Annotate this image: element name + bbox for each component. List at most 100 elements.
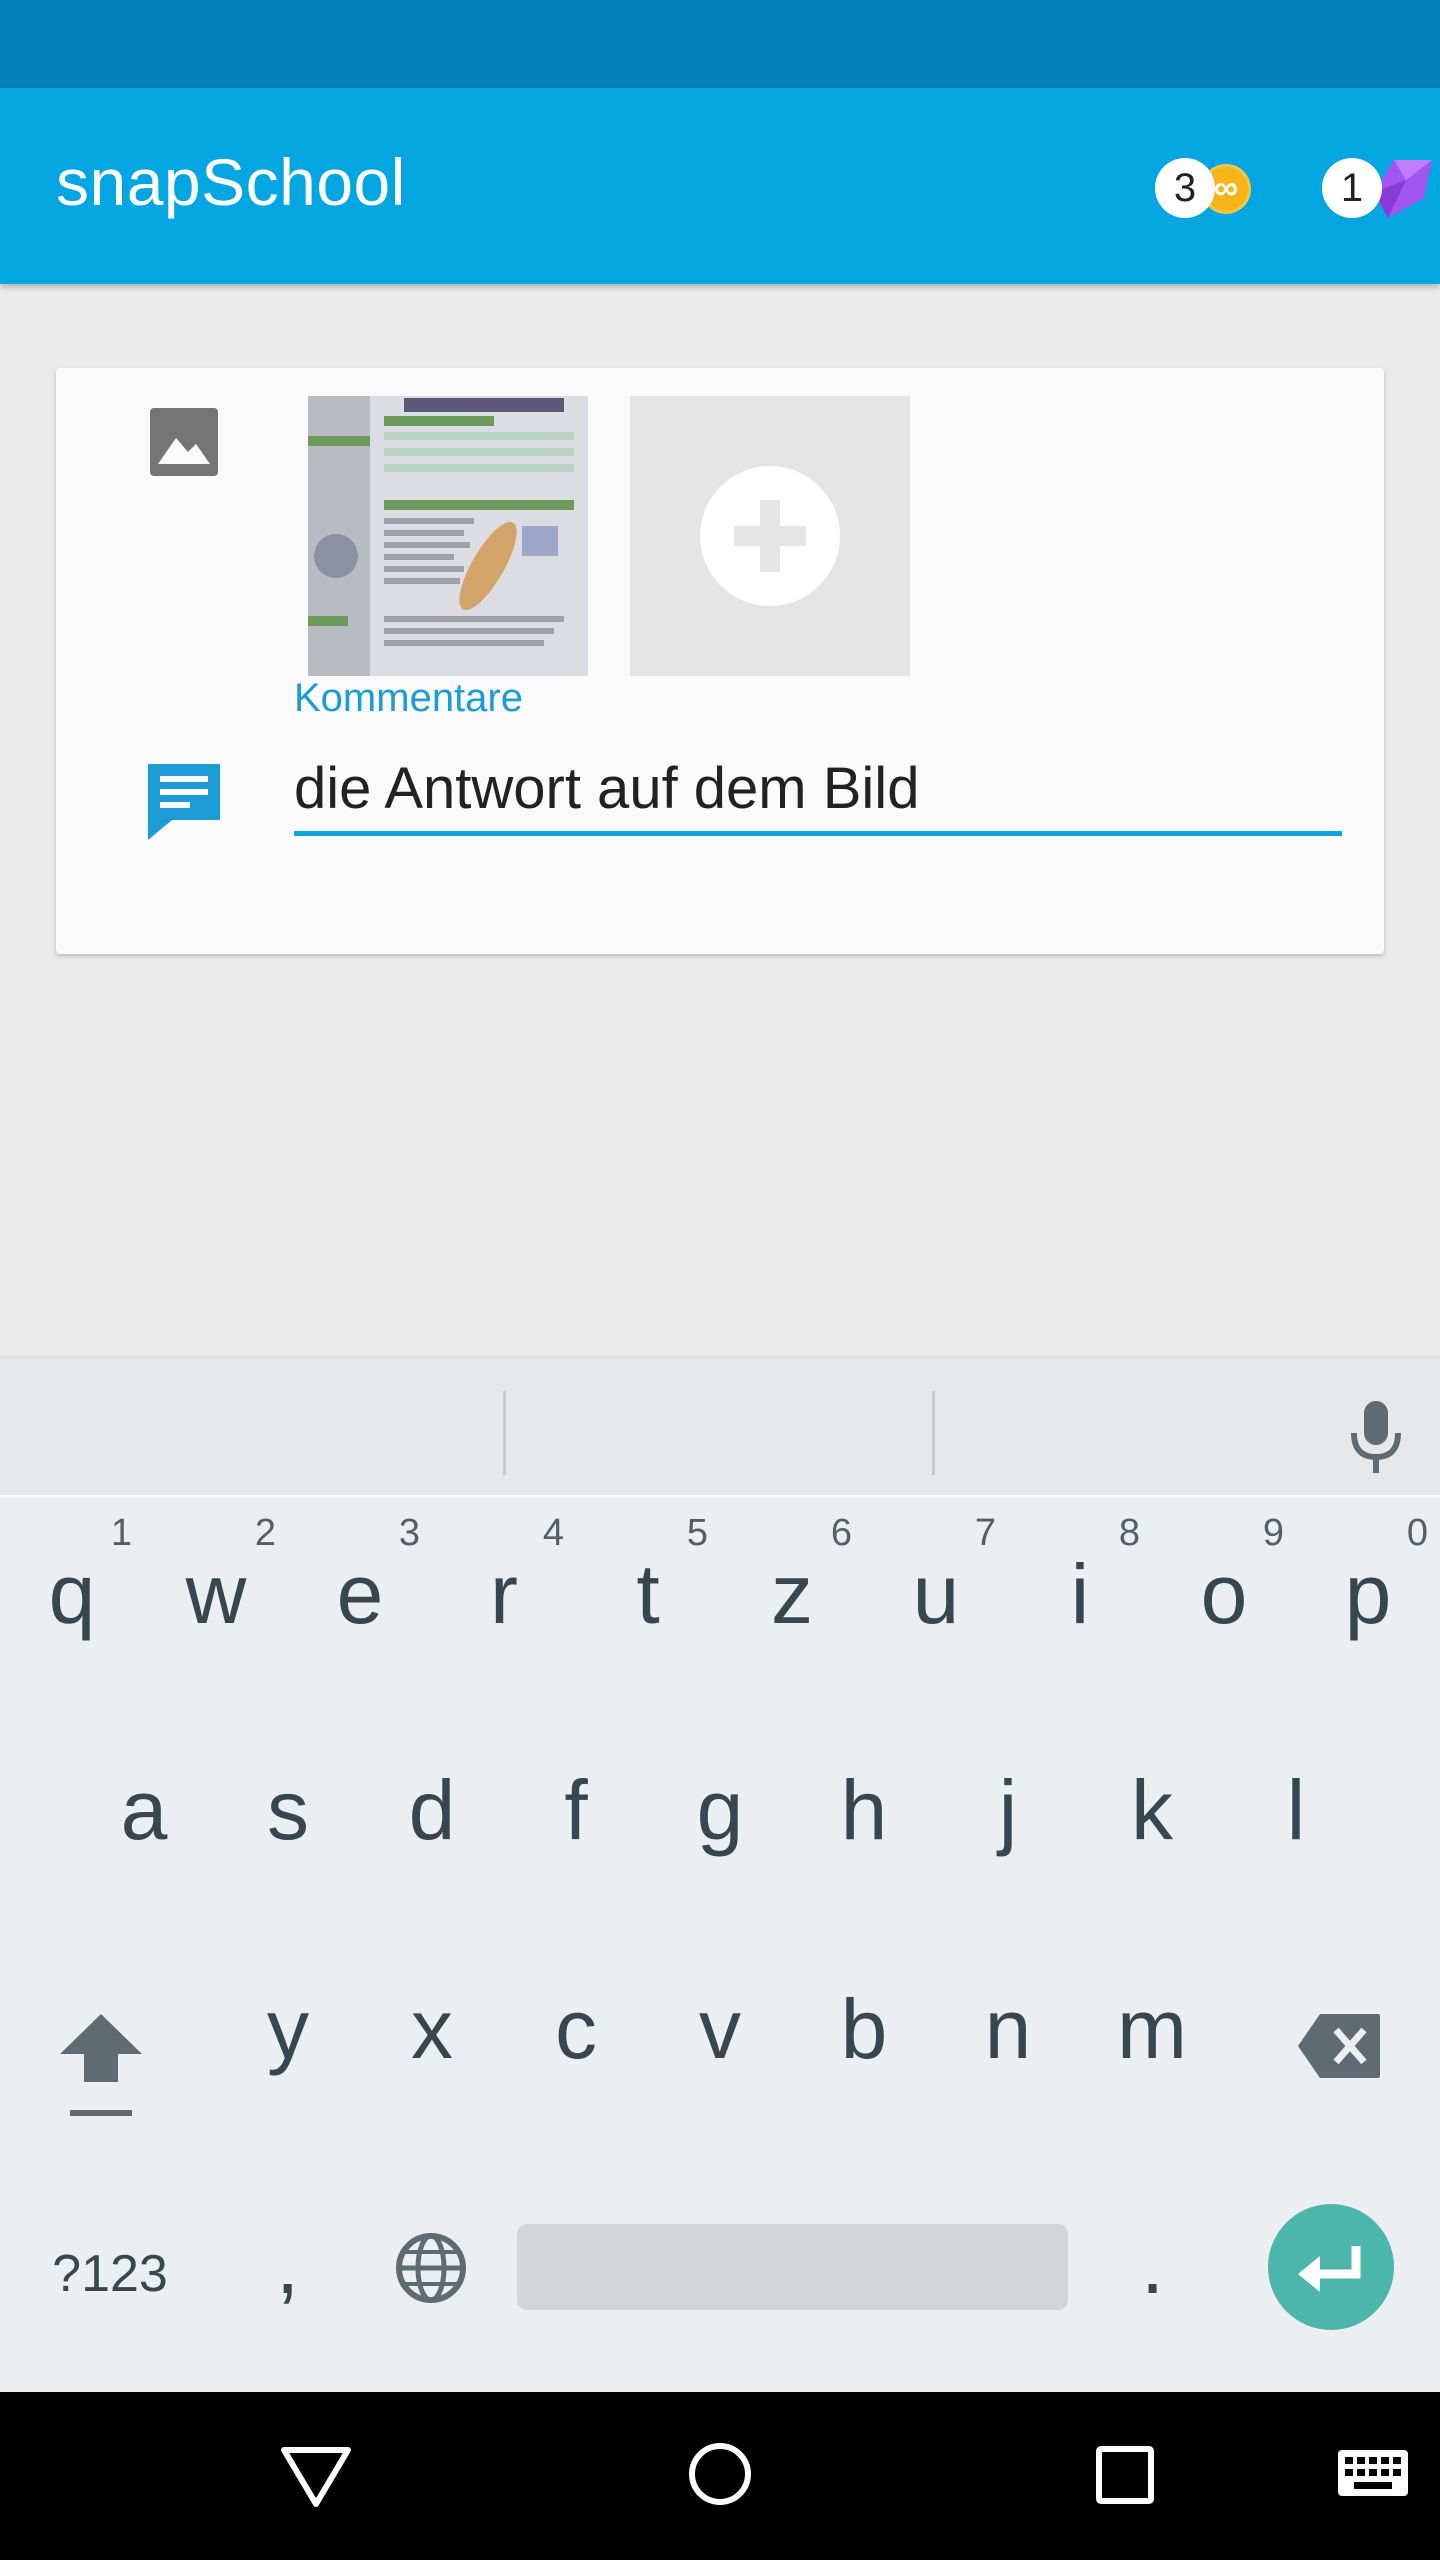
key-c[interactable]: c [504, 1931, 648, 2131]
key-u-label: u [912, 1547, 960, 1641]
key-m-label: m [1117, 1982, 1187, 2076]
key-e[interactable]: e3 [288, 1496, 432, 1696]
key-d[interactable]: d [360, 1712, 504, 1912]
microphone-icon[interactable] [1340, 1399, 1412, 1475]
key-b[interactable]: b [792, 1931, 936, 2131]
key-v-label: v [699, 1982, 741, 2076]
keyboard-switch-icon[interactable] [1336, 2448, 1410, 2502]
points-counter[interactable]: ∞ 3 [1155, 158, 1265, 218]
attached-image-thumbnail[interactable] [308, 396, 588, 676]
key-j-label: j [998, 1763, 1018, 1857]
globe-icon[interactable] [395, 2232, 467, 2304]
space-key[interactable] [517, 2224, 1068, 2310]
key-p[interactable]: p0 [1296, 1496, 1440, 1696]
key-l[interactable]: l [1224, 1712, 1368, 1912]
key-w[interactable]: w2 [144, 1496, 288, 1696]
enter-button[interactable] [1268, 2204, 1394, 2330]
key-q-hint: 1 [110, 1512, 132, 1554]
recents-icon[interactable] [1096, 2446, 1154, 2504]
key-r-label: r [490, 1547, 518, 1641]
comment-label: Kommentare [294, 676, 523, 720]
key-w-label: w [185, 1547, 247, 1641]
key-r-hint: 4 [542, 1512, 564, 1554]
key-o-label: o [1200, 1547, 1248, 1641]
key-n[interactable]: n [936, 1931, 1080, 2131]
add-image-circle [700, 466, 840, 606]
key-w-hint: 2 [254, 1512, 276, 1554]
key-z-hint: 6 [830, 1512, 852, 1554]
key-i-label: i [1070, 1547, 1090, 1641]
key-f-label: f [564, 1763, 588, 1857]
key-e-hint: 3 [398, 1512, 420, 1554]
key-f[interactable]: f [504, 1712, 648, 1912]
key-m[interactable]: m [1080, 1931, 1224, 2131]
status-bar [0, 0, 1440, 88]
key-h[interactable]: h [792, 1712, 936, 1912]
key-u[interactable]: u7 [864, 1496, 1008, 1696]
key-n-label: n [984, 1982, 1032, 2076]
key-j[interactable]: j [936, 1712, 1080, 1912]
key-y[interactable]: y [216, 1931, 360, 2131]
key-s-label: s [267, 1763, 309, 1857]
key-x-label: x [411, 1982, 453, 2076]
image-icon [150, 408, 218, 476]
key-k-label: k [1131, 1763, 1173, 1857]
key-d-label: d [408, 1763, 456, 1857]
key-q[interactable]: q1 [0, 1496, 144, 1696]
gems-count: 1 [1322, 158, 1382, 218]
home-icon[interactable] [688, 2442, 752, 2506]
comment-input[interactable] [294, 746, 1342, 836]
key-b-label: b [840, 1982, 888, 2076]
backspace-icon[interactable] [1296, 2012, 1382, 2080]
key-y-label: y [267, 1982, 309, 2076]
suggestion-divider [503, 1391, 506, 1475]
period-key[interactable]: . [1105, 2176, 1200, 2326]
shift-icon[interactable] [56, 2008, 146, 2128]
back-icon[interactable] [280, 2446, 352, 2508]
key-t-label: t [636, 1547, 660, 1641]
key-a[interactable]: a [72, 1712, 216, 1912]
key-z-label: z [771, 1547, 813, 1641]
symbols-key-label: ?123 [52, 2245, 168, 2303]
comment-icon [148, 764, 220, 840]
question-card: Kommentare [56, 368, 1384, 954]
app-bar: snapSchool ∞ 3 1 [0, 88, 1440, 284]
comma-key-label: , [275, 2217, 300, 2311]
key-g-label: g [696, 1763, 744, 1857]
keyboard: q1w2e3r4t5z6u7i8o9p0 asdfghjkl yxcvbnm ?… [0, 1356, 1440, 2392]
key-t-hint: 5 [686, 1512, 708, 1554]
key-u-hint: 7 [974, 1512, 996, 1554]
key-r[interactable]: r4 [432, 1496, 576, 1696]
key-x[interactable]: x [360, 1931, 504, 2131]
enter-arrow-icon [1298, 2246, 1361, 2292]
key-o[interactable]: o9 [1152, 1496, 1296, 1696]
key-z[interactable]: z6 [720, 1496, 864, 1696]
symbols-key[interactable]: ?123 [30, 2226, 190, 2312]
points-count: 3 [1155, 158, 1215, 218]
plus-icon [734, 500, 806, 572]
app-title: snapSchool [56, 145, 406, 219]
period-key-label: . [1140, 2217, 1165, 2311]
key-l-label: l [1286, 1763, 1306, 1857]
navigation-bar [0, 2392, 1440, 2560]
key-e-label: e [336, 1547, 384, 1641]
key-h-label: h [840, 1763, 888, 1857]
key-k[interactable]: k [1080, 1712, 1224, 1912]
key-p-label: p [1344, 1547, 1392, 1641]
key-g[interactable]: g [648, 1712, 792, 1912]
suggestion-divider [932, 1391, 935, 1475]
gem-counter[interactable]: 1 [1322, 158, 1440, 218]
key-a-label: a [120, 1763, 168, 1857]
suggestion-strip [0, 1356, 1440, 1498]
key-q-label: q [48, 1547, 96, 1641]
key-p-hint: 0 [1406, 1512, 1428, 1554]
add-image-button[interactable] [630, 396, 910, 676]
key-i[interactable]: i8 [1008, 1496, 1152, 1696]
comma-key[interactable]: , [240, 2176, 335, 2326]
key-v[interactable]: v [648, 1931, 792, 2131]
textbook-photo [308, 396, 588, 676]
key-s[interactable]: s [216, 1712, 360, 1912]
key-o-hint: 9 [1262, 1512, 1284, 1554]
key-i-hint: 8 [1118, 1512, 1140, 1554]
key-t[interactable]: t5 [576, 1496, 720, 1696]
